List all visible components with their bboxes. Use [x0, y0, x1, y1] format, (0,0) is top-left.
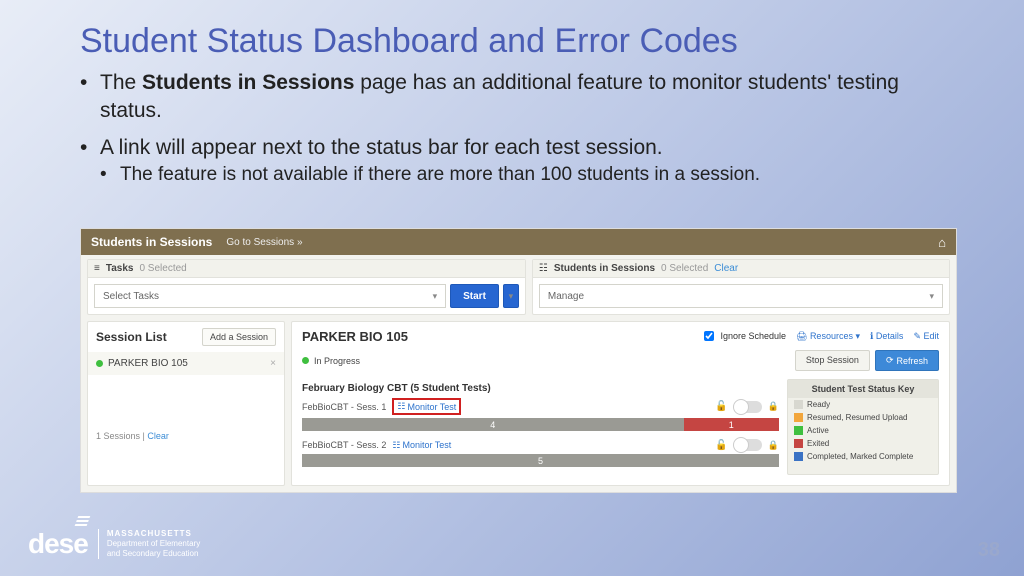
status-dot-icon	[96, 360, 103, 367]
session-item-label: PARKER BIO 105	[108, 358, 188, 369]
ignore-schedule-checkbox[interactable]: Ignore Schedule	[700, 328, 786, 344]
unlock-icon[interactable]: 🔓	[715, 401, 727, 412]
page-number: 38	[978, 539, 1000, 562]
bullet-1-pre: The	[100, 71, 142, 94]
edit-link[interactable]: ✎ Edit	[913, 331, 939, 342]
bullet-list: The Students in Sessions page has an add…	[0, 69, 1024, 187]
in-progress-status: In Progress	[314, 356, 360, 366]
bar-segment-ready: 4	[302, 418, 684, 431]
goto-sessions-link[interactable]: Go to Sessions »	[226, 237, 302, 248]
app-header: Students in Sessions Go to Sessions » ⌂	[81, 229, 956, 255]
home-icon[interactable]: ⌂	[938, 235, 946, 250]
unlock-icon[interactable]: 🔓	[715, 440, 727, 451]
tasks-selected-count: 0 Selected	[139, 263, 186, 274]
chevron-down-icon: ▾	[433, 291, 438, 302]
session-list-item[interactable]: PARKER BIO 105 ×	[88, 352, 284, 375]
list-icon: ≡	[94, 263, 100, 274]
test-name: FebBioCBT - Sess. 2	[302, 440, 386, 450]
key-resumed: Resumed, Resumed Upload	[788, 411, 938, 424]
dese-logo: dese	[28, 528, 88, 560]
resources-link[interactable]: 🖨 Resources ▾	[796, 331, 860, 342]
status-key-panel: Student Test Status Key Ready Resumed, R…	[787, 379, 939, 475]
select-tasks-label: Select Tasks	[103, 291, 159, 302]
session-detail-panel: PARKER BIO 105 Ignore Schedule 🖨 Resourc…	[291, 321, 950, 486]
status-bar-1: 4 1	[302, 418, 779, 431]
close-icon[interactable]: ×	[270, 358, 276, 369]
start-split-button[interactable]: ▾	[503, 284, 519, 308]
clear-link[interactable]: Clear	[714, 263, 738, 274]
sis-selected-count: 0 Selected	[661, 263, 708, 274]
bar-segment-ready: 5	[302, 454, 779, 467]
chevron-down-icon: ▾	[929, 291, 934, 302]
screenshot-panel: Students in Sessions Go to Sessions » ⌂ …	[80, 228, 957, 493]
list-icon: ☷	[539, 263, 548, 274]
lock-toggle[interactable]	[734, 439, 762, 451]
bar-segment-exited: 1	[684, 418, 779, 431]
lock-toggle[interactable]	[734, 401, 762, 413]
bullet-1: The Students in Sessions page has an add…	[80, 69, 964, 124]
select-tasks-dropdown[interactable]: Select Tasks ▾	[94, 284, 446, 308]
manage-dropdown[interactable]: Manage ▾	[539, 284, 943, 308]
lock-icon[interactable]: 🔒	[768, 440, 779, 451]
chevron-down-icon: ▾	[509, 291, 514, 302]
footer-logo: dese MASSACHUSETTS Department of Element…	[28, 528, 200, 560]
key-ready: Ready	[788, 398, 938, 411]
header-title: Students in Sessions	[91, 235, 212, 249]
lock-icon[interactable]: 🔒	[768, 401, 779, 412]
details-link[interactable]: ℹ Details	[870, 331, 903, 342]
start-button[interactable]: Start	[450, 284, 499, 308]
monitor-test-link[interactable]: ☷ Monitor Test	[392, 440, 451, 451]
add-session-button[interactable]: Add a Session	[202, 328, 276, 346]
refresh-icon: ⟳	[886, 355, 894, 366]
slide-title: Student Status Dashboard and Error Codes	[0, 0, 1024, 69]
ignore-schedule-label: Ignore Schedule	[720, 331, 786, 341]
session-name: PARKER BIO 105	[302, 329, 408, 344]
clear-sessions-link[interactable]: Clear	[147, 431, 169, 441]
tasks-label: Tasks	[106, 263, 134, 274]
department-text: MASSACHUSETTS Department of Elementary a…	[98, 529, 200, 559]
sessions-count: 1 Sessions	[96, 431, 140, 441]
bullet-1-bold: Students in Sessions	[142, 71, 354, 94]
tasks-panel: ≡ Tasks 0 Selected Select Tasks ▾ Start …	[87, 259, 526, 315]
refresh-button[interactable]: ⟳Refresh	[875, 350, 939, 371]
state-label: MASSACHUSETTS	[107, 529, 200, 539]
stop-session-button[interactable]: Stop Session	[795, 350, 870, 371]
manage-label: Manage	[548, 291, 584, 302]
status-key-title: Student Test Status Key	[788, 380, 938, 398]
session-list-panel: Session List Add a Session PARKER BIO 10…	[87, 321, 285, 486]
sub-bullet-1: The feature is not available if there ar…	[100, 162, 964, 187]
test-name: FebBioCBT - Sess. 1	[302, 402, 386, 412]
dept-line-1: Department of Elementary	[107, 539, 200, 549]
monitor-test-link[interactable]: ☷ Monitor Test	[397, 401, 456, 412]
highlighted-monitor-link: ☷ Monitor Test	[392, 398, 461, 415]
bullet-2-text: A link will appear next to the status ba…	[100, 136, 663, 159]
status-bar-2: 5	[302, 454, 779, 467]
session-list-title: Session List	[96, 330, 167, 344]
test-group-title: February Biology CBT (5 Student Tests)	[302, 383, 779, 394]
bullet-2: A link will appear next to the status ba…	[80, 134, 964, 187]
test-row-2: FebBioCBT - Sess. 2 ☷ Monitor Test 🔓 🔒	[302, 439, 779, 451]
sis-label: Students in Sessions	[554, 263, 655, 274]
status-dot-icon	[302, 357, 309, 364]
students-in-sessions-panel: ☷ Students in Sessions 0 Selected Clear …	[532, 259, 950, 315]
dept-line-2: and Secondary Education	[107, 549, 200, 559]
test-row-1: FebBioCBT - Sess. 1 ☷ Monitor Test 🔓 🔒	[302, 398, 779, 415]
key-exited: Exited	[788, 437, 938, 450]
tests-area: February Biology CBT (5 Student Tests) F…	[302, 379, 779, 475]
key-active: Active	[788, 424, 938, 437]
key-completed: Completed, Marked Complete	[788, 450, 938, 463]
